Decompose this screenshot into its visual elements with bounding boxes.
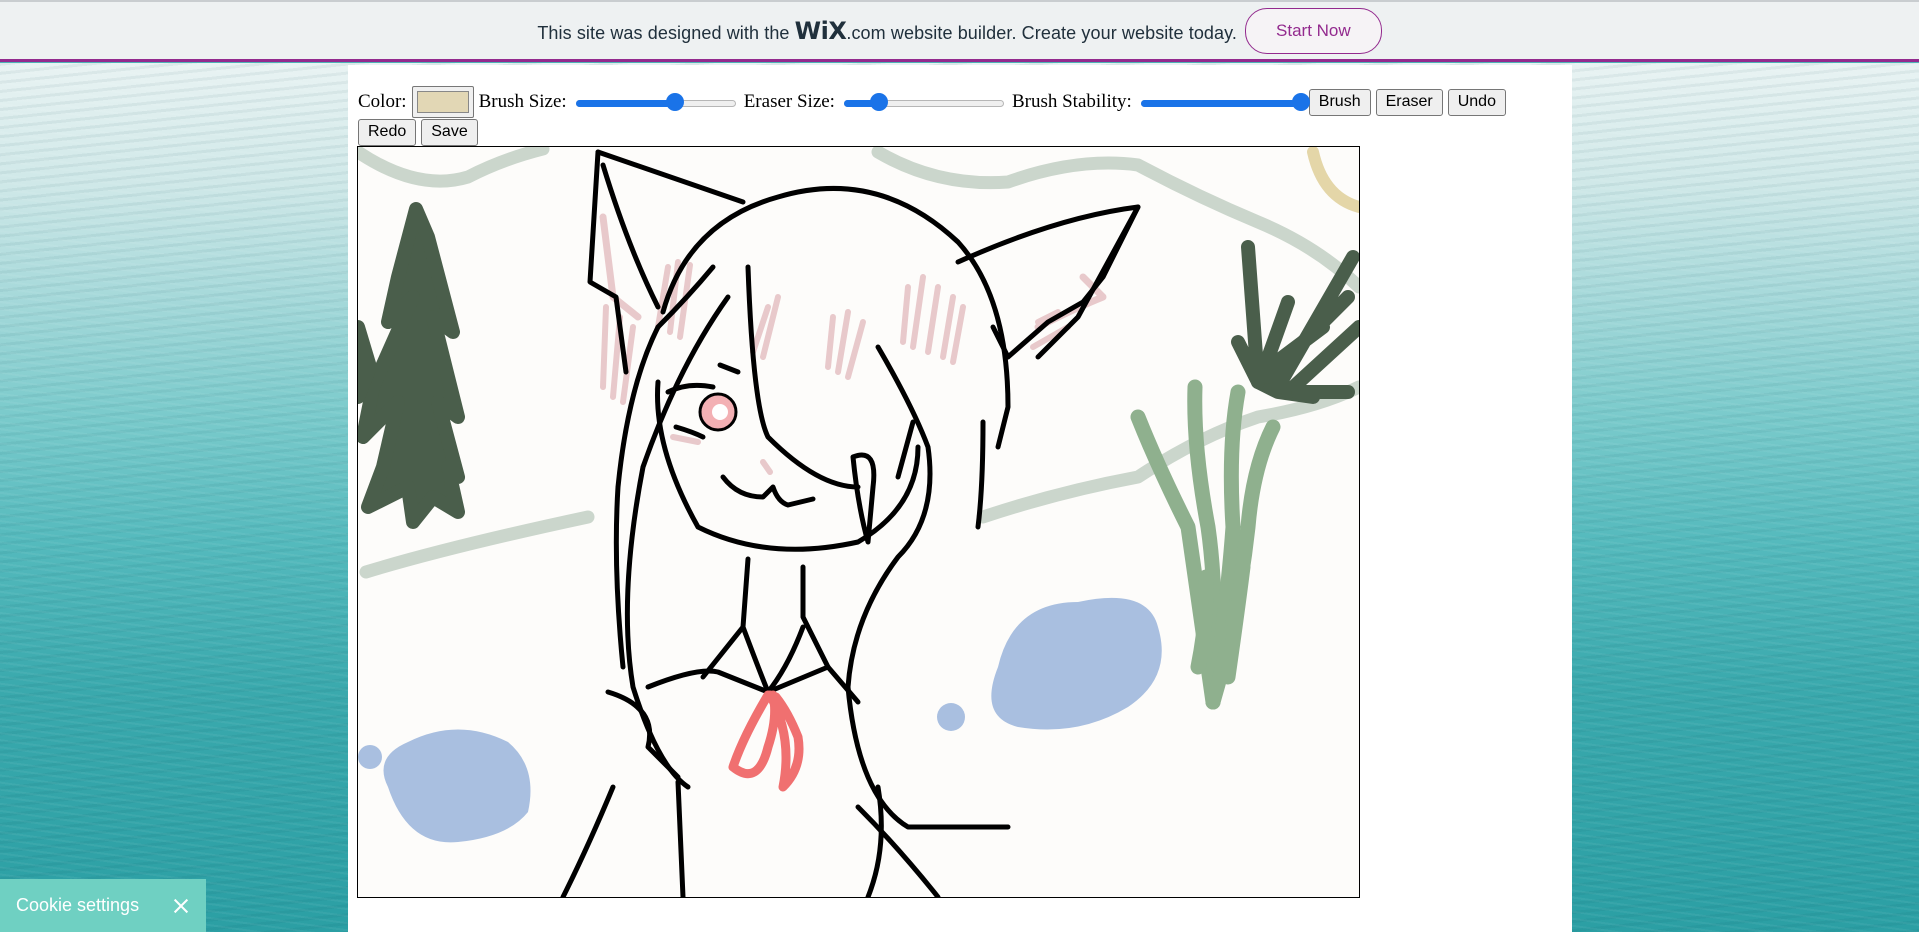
wix-logo: WiX [794, 16, 847, 45]
slider-fill [1140, 100, 1301, 107]
dark-bush [1231, 240, 1359, 404]
banner-suffix: .com website builder. Create your websit… [846, 22, 1238, 43]
color-label: Color: [358, 91, 407, 112]
close-icon[interactable] [172, 897, 190, 915]
brush-size-slider[interactable] [575, 92, 736, 112]
color-picker[interactable] [411, 86, 474, 118]
canvas-drawing [358, 147, 1359, 897]
water-ponds [358, 597, 1162, 843]
cookie-settings-bar[interactable]: Cookie settings [0, 879, 206, 932]
save-button[interactable]: Save [421, 118, 478, 146]
cookie-settings-label[interactable]: Cookie settings [16, 895, 139, 916]
brush-size-label: Brush Size: [478, 91, 567, 112]
eraser-size-label: Eraser Size: [743, 91, 835, 112]
wix-banner-text: This site was designed with the WiX.com … [537, 17, 1237, 45]
brush-stability-slider[interactable] [1140, 92, 1310, 112]
slider-thumb[interactable] [1291, 93, 1310, 111]
start-now-button[interactable]: Start Now [1245, 7, 1382, 54]
wix-banner: This site was designed with the WiX.com … [0, 0, 1919, 62]
pine-tree [358, 202, 465, 529]
undo-button[interactable]: Undo [1447, 88, 1506, 116]
red-ribbon [728, 690, 804, 792]
redo-button[interactable]: Redo [358, 118, 417, 146]
drawing-canvas[interactable] [357, 146, 1360, 898]
banner-prefix: This site was designed with the [537, 22, 790, 43]
eraser-size-slider[interactable] [843, 92, 1004, 112]
eye [698, 392, 738, 432]
brush-button[interactable]: Brush [1308, 88, 1371, 116]
slider-thumb[interactable] [665, 93, 684, 111]
sun-stroke [1307, 147, 1359, 213]
paint-toolbar: Color: Brush Size: Eraser Size: Brush St… [358, 86, 1558, 147]
color-swatch-fill [416, 91, 469, 113]
slider-thumb[interactable] [870, 93, 889, 111]
ink-outlines [560, 149, 1141, 897]
brush-stability-label: Brush Stability: [1011, 91, 1132, 112]
slider-fill [575, 100, 675, 107]
eraser-button[interactable]: Eraser [1375, 88, 1443, 116]
